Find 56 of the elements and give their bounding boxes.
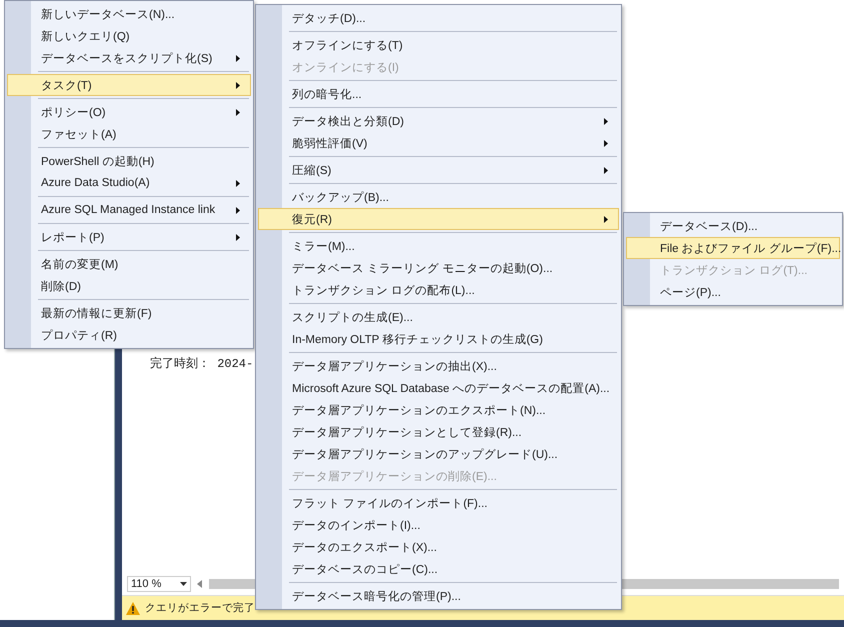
menu-item[interactable]: データ層アプリケーションのアップグレード(U)... [258, 443, 619, 465]
menu-item[interactable]: ポリシー(O) [7, 101, 251, 123]
menu-item[interactable]: スクリプトの生成(E)... [258, 306, 619, 328]
menu-item[interactable]: データベース暗号化の管理(P)... [258, 585, 619, 607]
menu-item[interactable]: In-Memory OLTP 移行チェックリストの生成(G) [258, 328, 619, 350]
menu-item[interactable]: オフラインにする(T) [258, 34, 619, 56]
menu-item[interactable]: 脆弱性評価(V) [258, 132, 619, 154]
submenu-arrow-icon [236, 82, 240, 88]
menu-item[interactable]: データ層アプリケーションの抽出(X)... [258, 355, 619, 377]
menu-item[interactable]: Azure SQL Managed Instance link [7, 199, 251, 221]
menu-item[interactable]: レポート(P) [7, 226, 251, 248]
menu-item[interactable]: 圧縮(S) [258, 159, 619, 181]
menu-item[interactable]: データベース ミラーリング モニターの起動(O)... [258, 257, 619, 279]
submenu-arrow-icon [236, 234, 240, 240]
submenu-arrow-icon [604, 216, 608, 222]
menu-item[interactable]: 新しいクエリ(Q) [7, 25, 251, 47]
menu-item[interactable]: バックアップ(B)... [258, 186, 619, 208]
menu-item[interactable]: ミラー(M)... [258, 235, 619, 257]
menu-item[interactable]: トランザクション ログの配布(L)... [258, 279, 619, 301]
completion-time-text: 完了時刻： 2024- [150, 357, 254, 371]
menu-item[interactable]: デタッチ(D)... [258, 7, 619, 29]
submenu-arrow-icon [236, 108, 240, 116]
menu-item[interactable]: 復元(R) [258, 208, 619, 230]
menu-item[interactable]: 列の暗号化... [258, 83, 619, 105]
menu-item[interactable]: フラット ファイルのインポート(F)... [258, 492, 619, 514]
submenu-arrow-icon [236, 180, 240, 186]
menu-item[interactable]: データ層アプリケーションのエクスポート(N)... [258, 399, 619, 421]
menu-item[interactable]: データベースをスクリプト化(S) [7, 47, 251, 69]
status-text: クエリがエラーで完了 [145, 601, 255, 615]
menu-item[interactable]: データ層アプリケーションとして登録(R)... [258, 421, 619, 443]
menu-item[interactable]: データベースのコピー(C)... [258, 558, 619, 580]
menu-item[interactable]: ページ(P)... [626, 281, 840, 303]
menu-item[interactable]: File およびファイル グループ(F)... [626, 237, 840, 259]
menu-item[interactable]: データのエクスポート(X)... [258, 536, 619, 558]
submenu-arrow-icon [236, 54, 240, 62]
menu-item[interactable]: データのインポート(I)... [258, 514, 619, 536]
warning-icon [126, 602, 140, 614]
menu-item[interactable]: Microsoft Azure SQL Database へのデータベースの配置(A)... [258, 377, 619, 399]
menu-item[interactable]: PowerShell の起動(H) [7, 150, 251, 172]
menu-item[interactable]: タスク(T) [7, 74, 251, 96]
submenu-arrow-icon [604, 118, 608, 124]
submenu-arrow-icon [236, 206, 240, 214]
menu-item[interactable]: Azure Data Studio(A) [7, 172, 251, 194]
menu-item[interactable]: 削除(D) [7, 275, 251, 297]
caret-icon [180, 582, 187, 586]
submenu-arrow-icon [604, 166, 608, 174]
zoom-dropdown[interactable]: 110 % [127, 576, 191, 592]
menu-item[interactable]: 最新の情報に更新(F) [7, 302, 251, 324]
scroll-left-icon[interactable] [197, 580, 202, 588]
menu-item[interactable]: ファセット(A) [7, 123, 251, 145]
menu-item[interactable]: データベース(D)... [626, 215, 840, 237]
menu-item[interactable]: 新しいデータベース(N)... [7, 3, 251, 25]
menu-item[interactable]: 名前の変更(M) [7, 253, 251, 275]
menu-item[interactable]: プロパティ(R) [7, 324, 251, 346]
menu-item[interactable]: データ検出と分類(D) [258, 110, 619, 132]
submenu-arrow-icon [604, 140, 608, 146]
